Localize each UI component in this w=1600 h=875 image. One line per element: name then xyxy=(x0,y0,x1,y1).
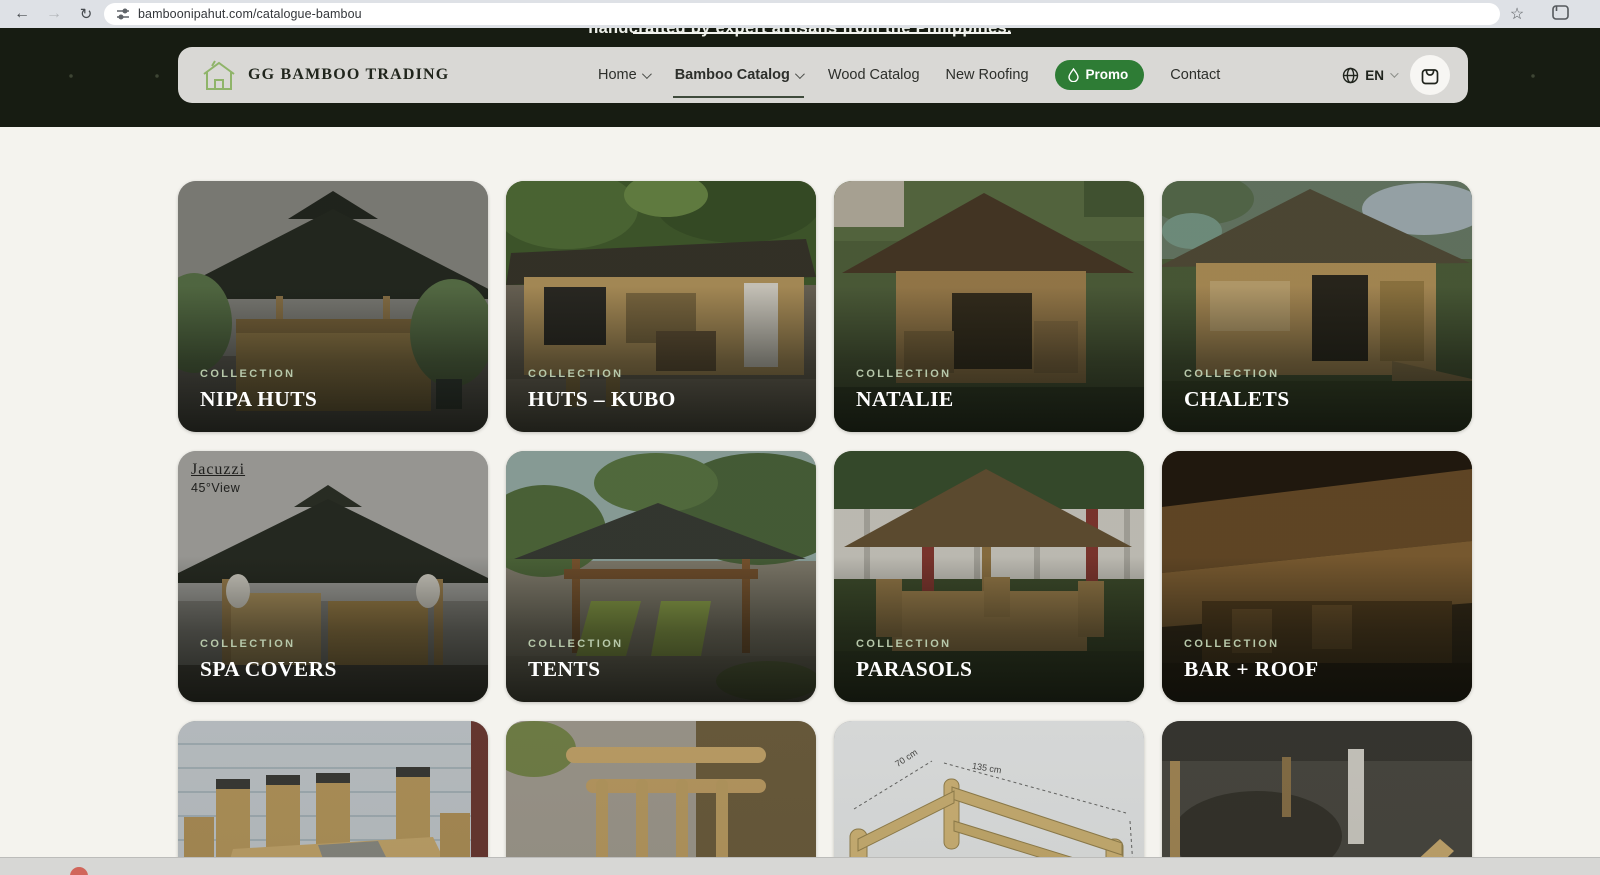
card-gradient-overlay xyxy=(506,721,816,875)
chevron-down-icon xyxy=(795,69,805,79)
collection-card-tents[interactable]: COLLECTION TENTS xyxy=(506,451,816,702)
card-eyebrow: COLLECTION xyxy=(200,368,317,380)
jacuzzi-label: Jacuzzi xyxy=(191,461,245,479)
card-eyebrow: COLLECTION xyxy=(1184,368,1290,380)
cart-button[interactable] xyxy=(1410,55,1450,95)
house-logo-icon xyxy=(200,58,238,92)
chevron-down-icon xyxy=(1390,69,1398,77)
card-eyebrow: COLLECTION xyxy=(528,368,676,380)
card-label: COLLECTION NIPA HUTS xyxy=(200,368,317,412)
language-selector[interactable]: EN xyxy=(1342,67,1396,84)
address-bar[interactable]: bamboonipahut.com/catalogue-bambou xyxy=(104,3,1500,25)
card-gradient-overlay xyxy=(1162,721,1472,875)
card-label: COLLECTION BAR + ROOF xyxy=(1184,638,1319,682)
brand-logo[interactable]: GG BAMBOO TRADING xyxy=(200,47,449,103)
card-title: SPA COVERS xyxy=(200,657,337,682)
card-eyebrow: COLLECTION xyxy=(856,368,954,380)
card-label: COLLECTION TENTS xyxy=(528,638,624,682)
collection-card-bamboo-lounger[interactable] xyxy=(1162,721,1472,875)
collection-card-nipa-huts[interactable]: COLLECTION NIPA HUTS xyxy=(178,181,488,432)
card-title: TENTS xyxy=(528,657,624,682)
collection-card-huts-kubo[interactable]: COLLECTION HUTS – KUBO xyxy=(506,181,816,432)
collection-card-natalie[interactable]: COLLECTION NATALIE xyxy=(834,181,1144,432)
card-eyebrow: COLLECTION xyxy=(856,638,972,650)
card-title: NIPA HUTS xyxy=(200,387,317,412)
chevron-down-icon xyxy=(642,69,652,79)
taskbar-red-logo xyxy=(70,867,88,875)
jacuzzi-annotation: Jacuzzi 45°View xyxy=(191,461,245,495)
collection-card-spa-covers[interactable]: Jacuzzi 45°View COLLECTION SPA COVERS xyxy=(178,451,488,702)
site-header: GG BAMBOO TRADING Home Bamboo Catalog Wo… xyxy=(178,47,1468,103)
card-title: CHALETS xyxy=(1184,387,1290,412)
collections-grid: COLLECTION NIPA HUTS COLLECTION HUTS – K… xyxy=(178,181,1422,875)
nav-contact[interactable]: Contact xyxy=(1170,67,1220,83)
language-code: EN xyxy=(1365,68,1384,83)
collection-card-bar-roof[interactable]: COLLECTION BAR + ROOF xyxy=(1162,451,1472,702)
card-title: BAR + ROOF xyxy=(1184,657,1319,682)
header-right: EN xyxy=(1342,47,1450,103)
hero-underline xyxy=(633,32,1011,34)
brand-name: GG BAMBOO TRADING xyxy=(248,66,449,84)
card-title: HUTS – KUBO xyxy=(528,387,676,412)
collection-card-chalets[interactable]: COLLECTION CHALETS xyxy=(1162,181,1472,432)
card-gradient-overlay xyxy=(834,721,1144,875)
browser-forward-button[interactable]: → xyxy=(40,0,68,28)
collection-card-parasols[interactable]: COLLECTION PARASOLS xyxy=(834,451,1144,702)
promo-button[interactable]: Promo xyxy=(1055,60,1145,90)
bookmark-star-icon[interactable]: ☆ xyxy=(1504,0,1530,28)
url-text: bamboonipahut.com/catalogue-bambou xyxy=(138,7,362,21)
card-eyebrow: COLLECTION xyxy=(1184,638,1319,650)
card-label: COLLECTION SPA COVERS xyxy=(200,638,337,682)
collection-card-bamboo-frames[interactable] xyxy=(506,721,816,875)
view-angle-label: 45°View xyxy=(191,481,245,495)
site-settings-icon[interactable] xyxy=(116,7,130,21)
browser-back-button[interactable]: ← xyxy=(8,0,36,28)
side-panel-icon[interactable] xyxy=(1552,5,1570,26)
nav-home[interactable]: Home xyxy=(598,67,649,83)
browser-reload-button[interactable]: ↻ xyxy=(72,0,100,28)
card-label: COLLECTION CHALETS xyxy=(1184,368,1290,412)
card-title: PARASOLS xyxy=(856,657,972,682)
bottom-taskbar-edge xyxy=(0,857,1600,875)
card-label: COLLECTION HUTS – KUBO xyxy=(528,368,676,412)
site-header-band: handcrafted by expert artisans from the … xyxy=(0,28,1600,127)
collection-card-dimension-sketch[interactable]: 70 cm 135 cm xyxy=(834,721,1144,875)
card-label: COLLECTION PARASOLS xyxy=(856,638,972,682)
collection-card-dining-set[interactable] xyxy=(178,721,488,875)
nav-bamboo-catalog[interactable]: Bamboo Catalog xyxy=(675,67,802,83)
nav-new-roofing[interactable]: New Roofing xyxy=(946,67,1029,83)
browser-toolbar: ← → ↻ bamboonipahut.com/catalogue-bambou… xyxy=(0,0,1600,28)
flame-icon xyxy=(1068,68,1079,82)
main-navigation: Home Bamboo Catalog Wood Catalog New Roo… xyxy=(598,47,1220,103)
globe-icon xyxy=(1342,67,1359,84)
shopping-bag-icon xyxy=(1420,65,1440,86)
card-label: COLLECTION NATALIE xyxy=(856,368,954,412)
card-gradient-overlay xyxy=(178,721,488,875)
card-eyebrow: COLLECTION xyxy=(200,638,337,650)
card-title: NATALIE xyxy=(856,387,954,412)
card-eyebrow: COLLECTION xyxy=(528,638,624,650)
nav-wood-catalog[interactable]: Wood Catalog xyxy=(828,67,920,83)
